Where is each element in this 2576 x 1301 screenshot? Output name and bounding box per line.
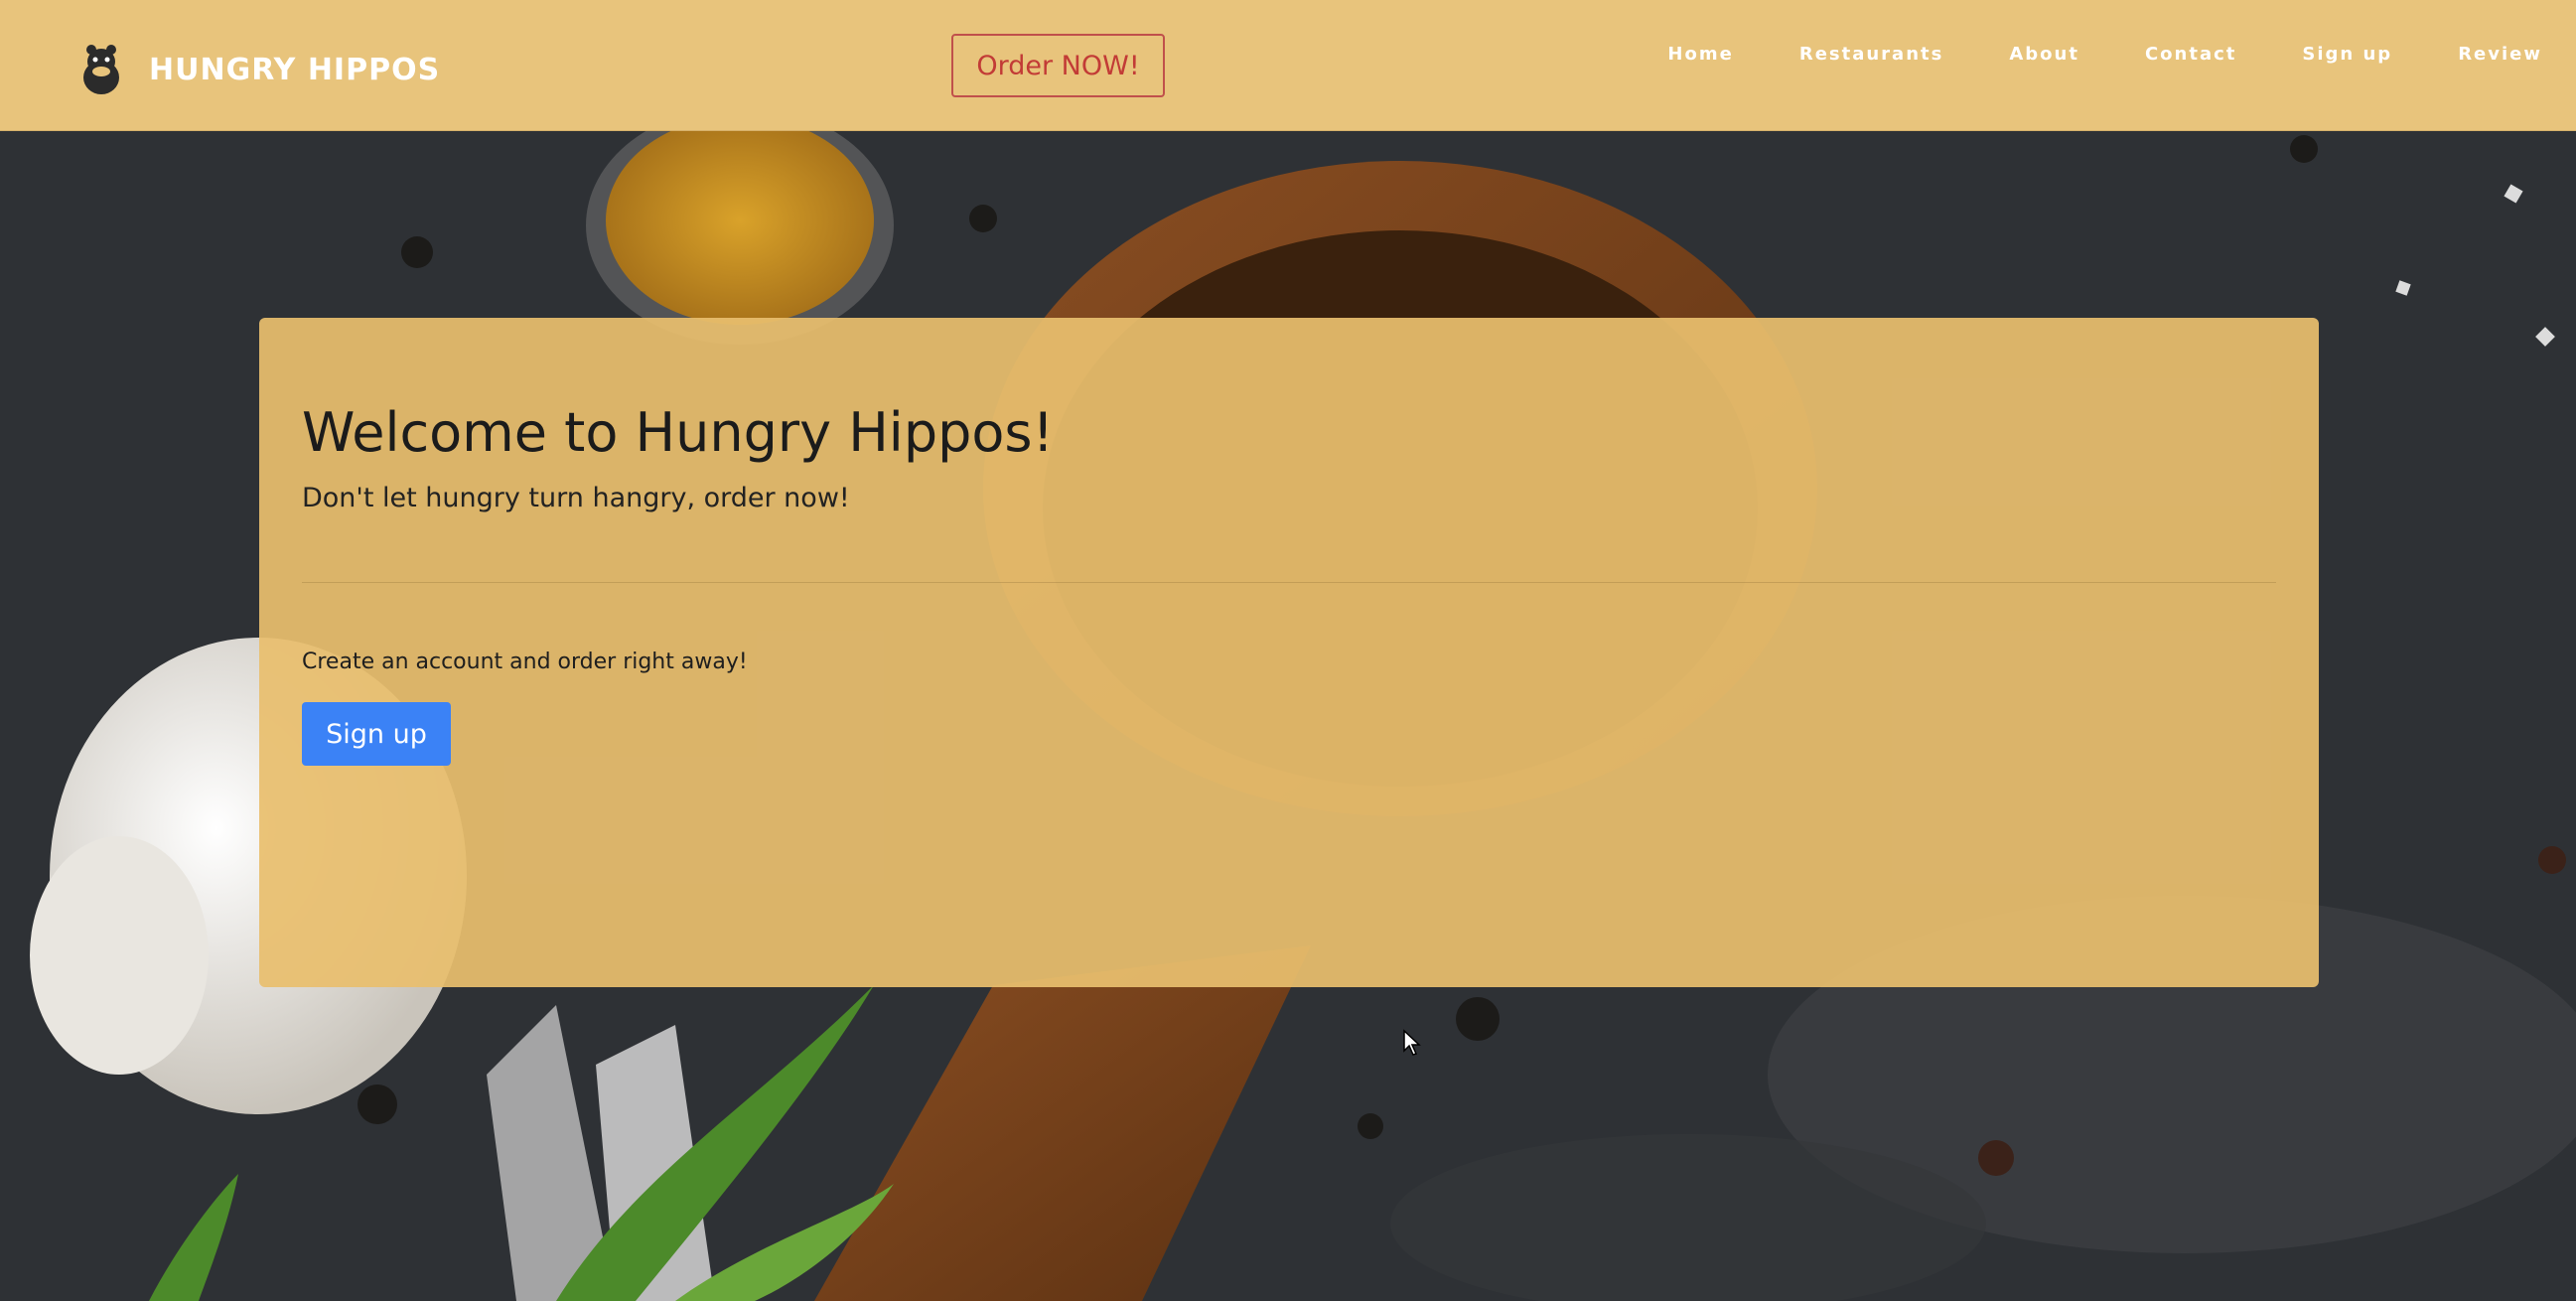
nav-review[interactable]: Review (2458, 44, 2542, 65)
nav-contact[interactable]: Contact (2145, 44, 2236, 65)
hippo-logo-icon (77, 42, 125, 97)
hero-cta-text: Create an account and order right away! (302, 650, 748, 674)
main-nav: Home Restaurants About Contact Sign up R… (1602, 44, 2542, 65)
signup-button[interactable]: Sign up (302, 702, 451, 766)
nav-restaurants[interactable]: Restaurants (1799, 44, 1944, 65)
hero-subtitle: Don't let hungry turn hangry, order now! (302, 483, 850, 513)
brand[interactable]: HUNGRY HIPPOS (77, 40, 440, 99)
nav-sign-up[interactable]: Sign up (2302, 44, 2392, 65)
nav-home[interactable]: Home (1667, 44, 1733, 65)
nav-about[interactable]: About (2009, 44, 2079, 65)
mouse-pointer-icon (1402, 1029, 1422, 1057)
navbar: HUNGRY HIPPOS Order NOW! Home Restaurant… (0, 0, 2576, 131)
brand-name: HUNGRY HIPPOS (149, 52, 441, 87)
hero-title: Welcome to Hungry Hippos! (302, 401, 1055, 464)
page: HUNGRY HIPPOS Order NOW! Home Restaurant… (0, 0, 2576, 1301)
hero-jumbotron: Welcome to Hungry Hippos! Don't let hung… (259, 318, 2319, 987)
order-now-button[interactable]: Order NOW! (951, 34, 1165, 97)
hero-divider (302, 582, 2276, 583)
